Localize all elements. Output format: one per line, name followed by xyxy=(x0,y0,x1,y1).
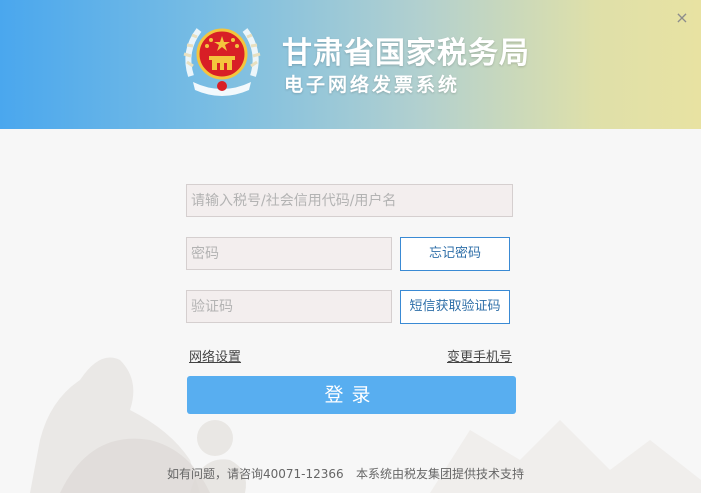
password-input[interactable] xyxy=(186,237,392,270)
close-icon[interactable]: × xyxy=(674,10,690,26)
sms-captcha-button[interactable]: 短信获取验证码 xyxy=(400,290,510,324)
forgot-password-button[interactable]: 忘记密码 xyxy=(400,237,510,271)
footer-support: 本系统由税友集团提供技术支持 xyxy=(356,467,525,481)
change-phone-link[interactable]: 变更手机号 xyxy=(447,346,512,365)
app-subtitle: 电子网络发票系统 xyxy=(284,74,461,96)
username-input[interactable] xyxy=(186,184,513,217)
app-title: 甘肃省国家税务局 xyxy=(282,36,530,71)
footer-contact: 如有问题，请咨询40071-12366 xyxy=(167,467,344,481)
captcha-input[interactable] xyxy=(186,290,392,323)
login-window: 甘肃省国家税务局 电子网络发票系统 × 忘记密码 短信获取验证码 网络设置 变更… xyxy=(0,0,701,493)
header-banner: 甘肃省国家税务局 电子网络发票系统 × xyxy=(0,0,701,129)
network-settings-link[interactable]: 网络设置 xyxy=(189,346,241,365)
national-emblem-icon xyxy=(183,28,261,96)
login-button[interactable]: 登录 xyxy=(187,376,516,414)
